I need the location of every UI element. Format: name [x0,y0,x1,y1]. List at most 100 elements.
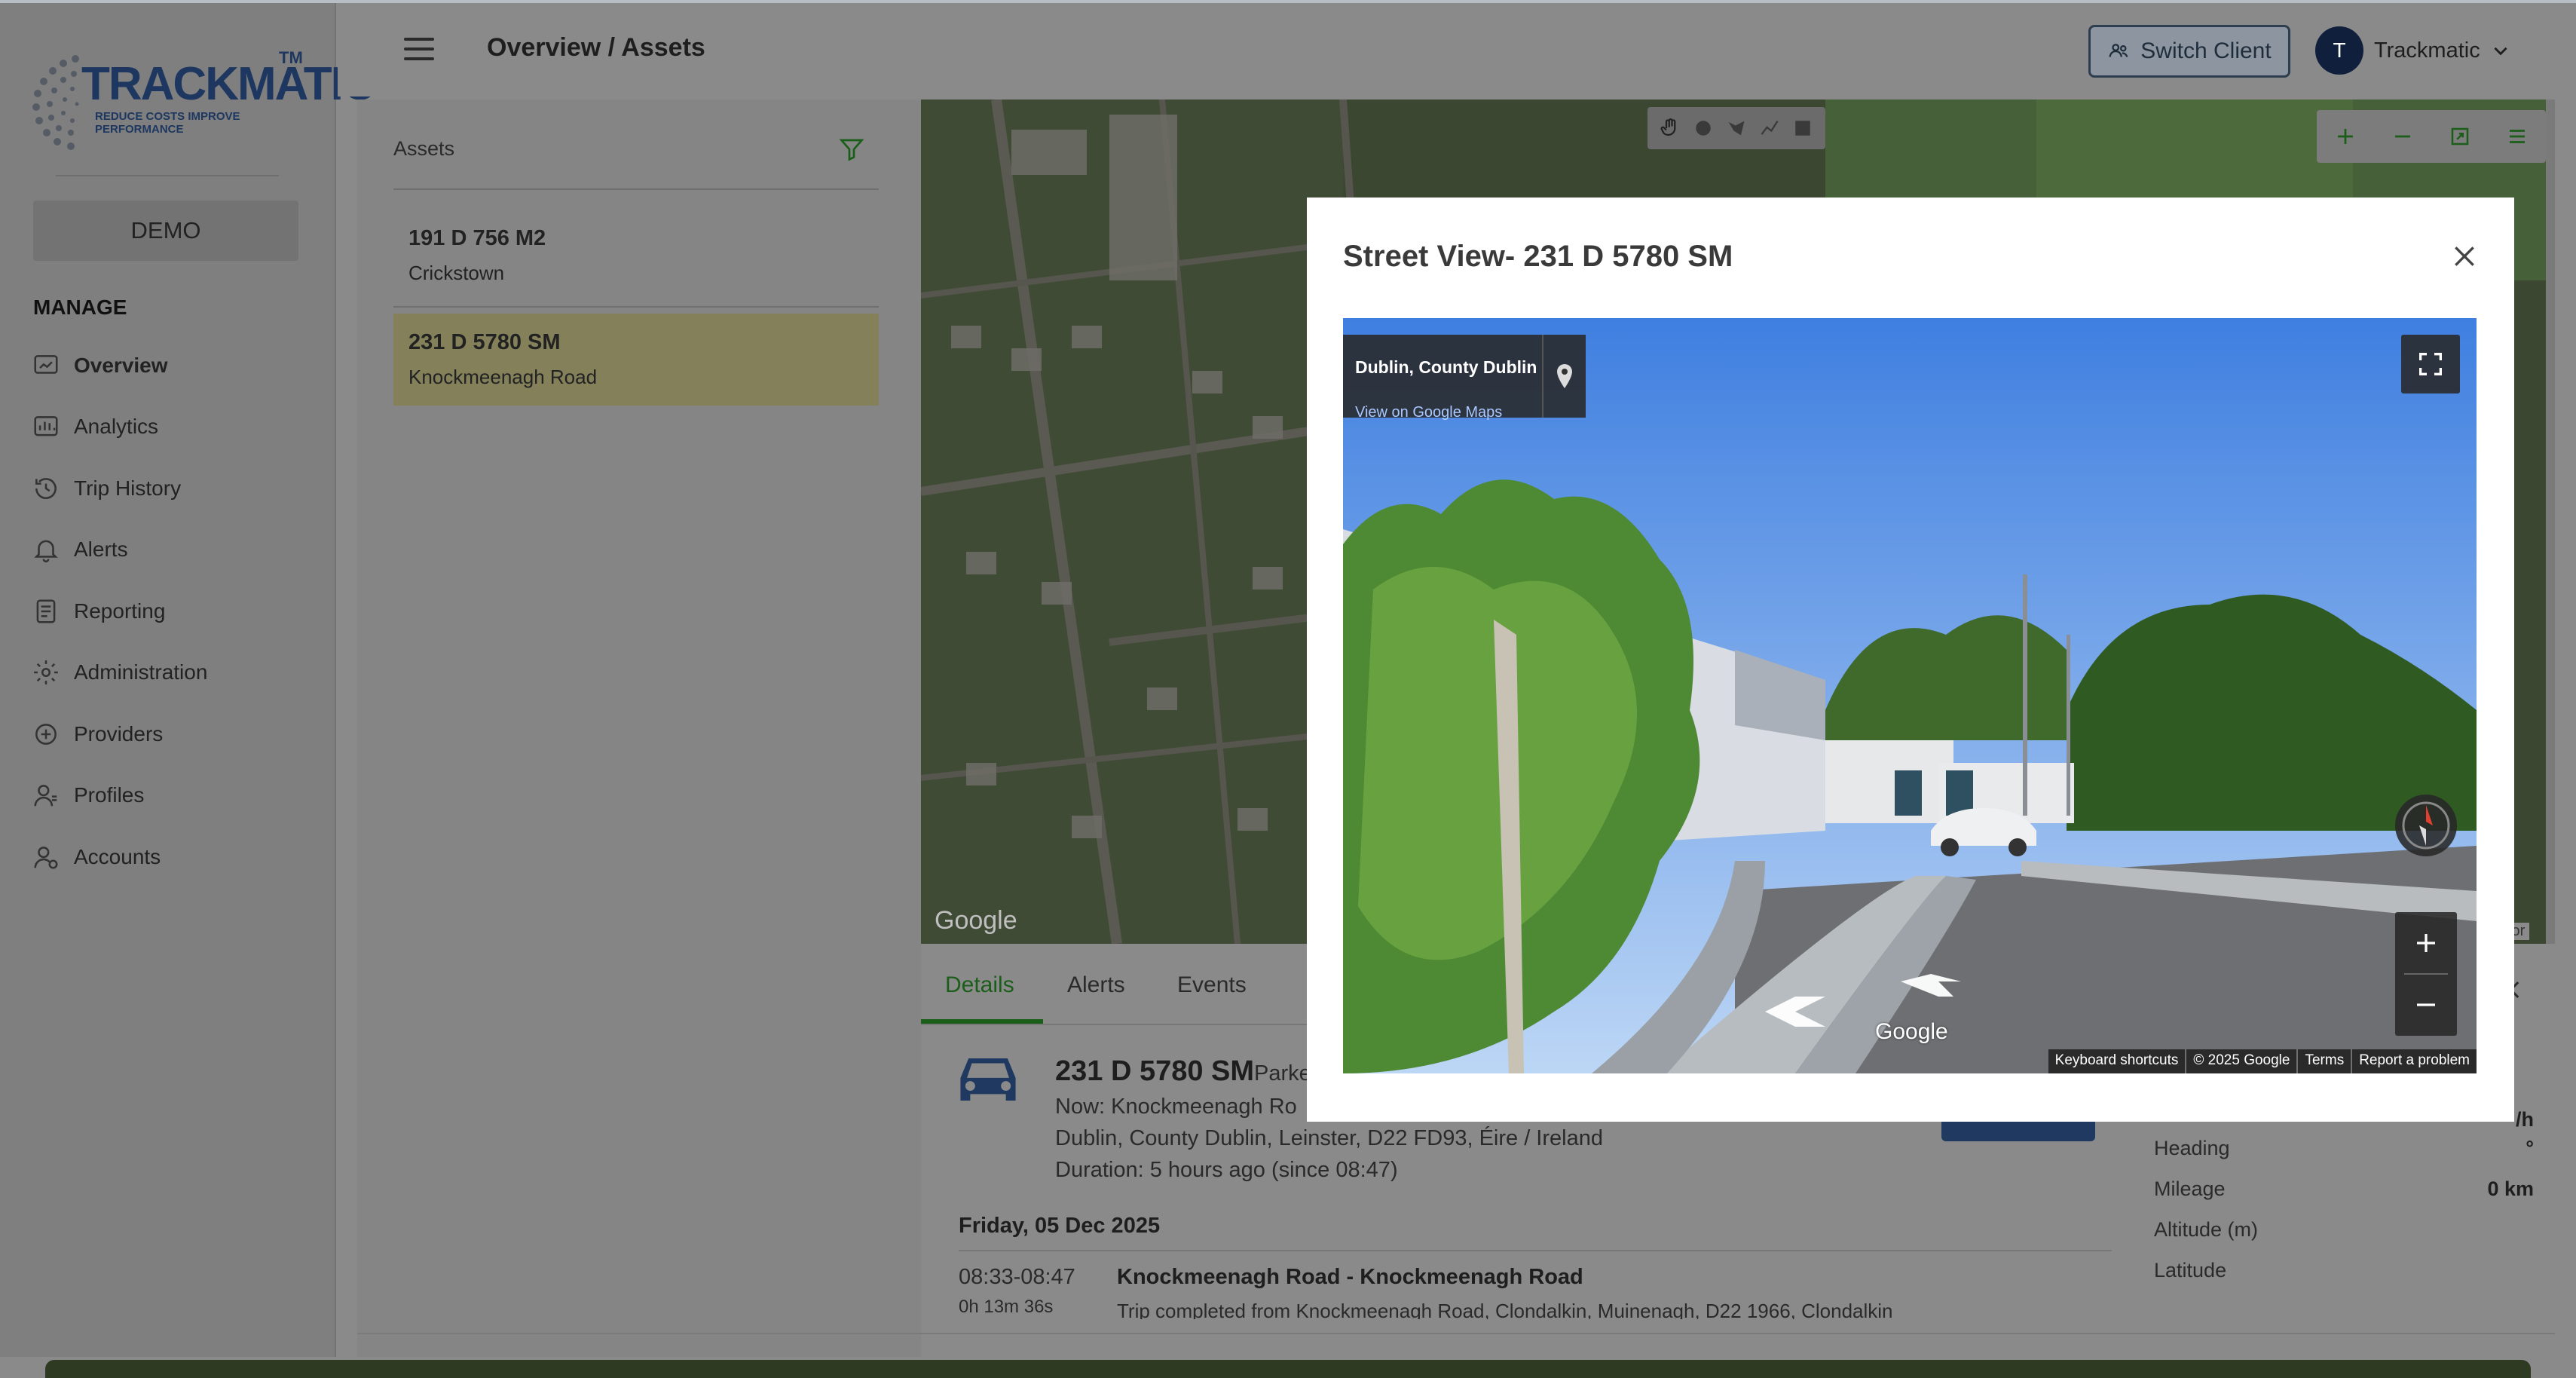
filter-icon[interactable] [838,136,865,163]
street-view-panorama[interactable]: Dublin, County Dublin View on Google Map… [1343,318,2477,1073]
sidebar-item-accounts[interactable]: Accounts [30,826,317,888]
sidebar-item-administration[interactable]: Administration [30,642,317,704]
bell-icon [30,534,62,565]
analytics-icon [30,411,62,442]
logo-trademark: TM [279,48,303,67]
trip-summary: Trip completed from Knockmeenagh Road, C… [1117,1300,1893,1319]
trackmatic-logo[interactable]: TRACKMATIC TM REDUCE COSTS IMPROVE PERFO… [30,44,376,157]
duration-line: Duration: 5 hours ago (since 08:47) [1055,1158,1398,1182]
desktop-dock [45,1360,2531,1378]
sidebar-item-label: Overview [74,353,168,377]
place-name: Dublin, County Dublin [1355,357,1537,377]
draw-circle-icon[interactable] [1690,115,1717,142]
assets-heading: Assets [393,137,455,160]
sidebar-nav: Overview Analytics Trip History Alerts R… [30,335,317,888]
layers-menu-icon[interactable] [2502,121,2532,152]
report-icon [30,596,62,627]
user-menu[interactable]: T Trackmatic [2315,26,2510,75]
zoom-out-icon[interactable] [2388,121,2418,152]
draw-polygon-icon[interactable] [1723,115,1750,142]
assets-divider [393,188,879,190]
stat-label: Altitude (m) [2154,1218,2259,1241]
car-icon [960,1058,1016,1101]
switch-client-button[interactable]: Switch Client [2088,25,2290,78]
day-divider [959,1250,2112,1251]
sidebar-item-providers[interactable]: Providers [30,703,317,765]
map-draw-toolbar [1647,107,1825,149]
menu-toggle-icon[interactable] [404,38,434,60]
sidebar-item-profiles[interactable]: Profiles [30,765,317,827]
zoom-in-icon[interactable] [2330,121,2360,152]
asset-title: 231 D 5780 SM [1055,1055,1255,1087]
sidebar-item-label: Administration [74,660,208,684]
sidebar-item-reporting[interactable]: Reporting [30,580,317,642]
asset-divider [393,306,879,308]
trip-name[interactable]: Knockmeenagh Road - Knockmeenagh Road [1117,1265,1583,1290]
fullscreen-icon[interactable] [2401,335,2460,393]
sv-zoom-out-icon[interactable] [2395,974,2457,1036]
street-view-footer: Keyboard shortcuts © 2025 Google Terms R… [2048,1049,2477,1073]
keyboard-shortcuts-link[interactable]: Keyboard shortcuts [2048,1049,2186,1073]
stat-label: Latitude [2154,1259,2227,1282]
sidebar-item-overview[interactable]: Overview [30,335,317,397]
sidebar-item-label: Analytics [74,415,159,439]
sidebar-item-label: Providers [74,721,164,746]
sidebar-item-analytics[interactable]: Analytics [30,397,317,458]
logo-divider [56,175,279,176]
asset-status: Parke [1254,1061,1311,1086]
modal-title: Street View- 231 D 5780 SM [1343,240,1733,273]
accounts-icon [30,841,62,873]
chevron-down-icon [2494,47,2507,56]
speed-unit: /h [2516,1108,2534,1131]
google-logo: Google [1875,1019,1948,1044]
google-logo: Google [935,906,1017,935]
asset-location: Knockmeenagh Road [408,366,598,388]
asset-location: Crickstown [408,262,505,284]
map-pin-icon[interactable] [1542,335,1586,418]
providers-icon [30,718,62,750]
map-controls [2317,110,2546,163]
telemetry-stats-panel: /h Heading ° Mileage 0 km Altitude (m) L… [2125,1108,2540,1357]
address-line: Dublin, County Dublin, Leinster, D22 FD9… [1055,1126,1603,1150]
history-icon [30,473,62,504]
avatar: T [2315,26,2363,75]
sv-zoom-in-icon[interactable] [2395,912,2457,974]
current-location: Now: Knockmeenagh Ro [1055,1095,1297,1119]
draw-rectangle-icon[interactable] [1789,115,1816,142]
demo-client-button[interactable]: DEMO [33,201,298,261]
draw-line-icon[interactable] [1756,115,1783,142]
view-on-google-maps-link[interactable]: View on Google Maps [1355,404,1502,421]
stat-row-heading: Heading ° [2154,1137,2534,1160]
report-problem-link[interactable]: Report a problem [2352,1049,2477,1073]
tab-alerts[interactable]: Alerts [1067,972,1125,998]
map-scrollbar[interactable] [2546,100,2555,944]
street-view-zoom [2395,912,2457,1036]
logo-tagline: REDUCE COSTS IMPROVE PERFORMANCE [95,110,240,136]
street-view-modal: Street View- 231 D 5780 SM Dublin, Count… [1307,198,2514,1122]
stat-value: ° [2526,1137,2534,1159]
close-icon[interactable] [2449,241,2480,271]
bottom-divider [357,1333,2555,1334]
sidebar-item-trip-history[interactable]: Trip History [30,458,317,519]
fit-bounds-icon[interactable] [2445,121,2475,152]
profile-icon [30,779,62,811]
day-heading: Friday, 05 Dec 2025 [959,1214,1161,1238]
trip-duration: 0h 13m 36s [959,1297,1054,1317]
overview-icon [30,350,62,381]
sidebar-item-label: Reporting [74,599,166,623]
asset-list-item[interactable]: 191 D 756 M2 Crickstown [393,226,879,309]
asset-name: 191 D 756 M2 [408,226,546,250]
sidebar-item-label: Accounts [74,844,161,868]
sidebar-item-label: Profiles [74,783,145,807]
sidebar-item-alerts[interactable]: Alerts [30,519,317,581]
tab-events[interactable]: Events [1177,972,1247,998]
tab-details[interactable]: Details [945,972,1014,998]
pan-hand-icon[interactable] [1657,115,1684,142]
top-header: Overview / Assets Switch Client T Trackm… [338,3,2576,96]
terms-link[interactable]: Terms [2298,1049,2351,1073]
asset-list-item-selected[interactable]: 231 D 5780 SM Knockmeenagh Road [393,314,879,406]
active-tab-indicator [921,1019,1043,1024]
compass-icon[interactable] [2395,795,2457,856]
breadcrumb: Overview / Assets [487,33,705,62]
trip-time: 08:33-08:47 [959,1265,1075,1289]
